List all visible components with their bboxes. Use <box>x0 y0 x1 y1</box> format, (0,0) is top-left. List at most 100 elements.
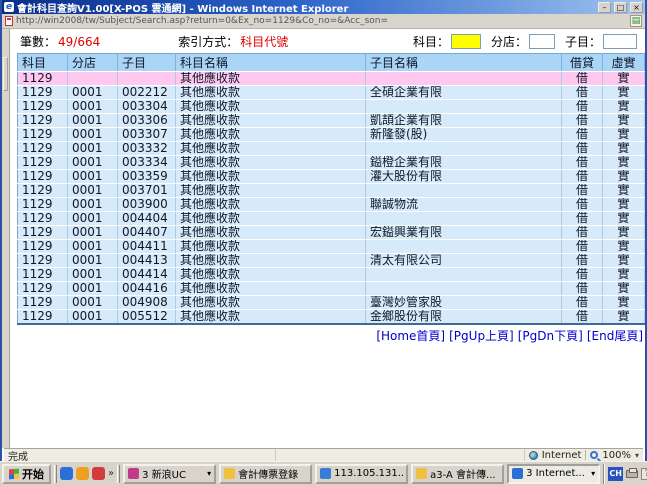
table-row[interactable]: 11290001003701其他應收款借實 <box>18 184 645 198</box>
table-cell: 其他應收款 <box>176 310 366 325</box>
pagination-link[interactable]: [Home首頁] <box>376 329 445 343</box>
table-cell: 1129 <box>18 282 68 296</box>
ie-icon: e <box>4 2 14 12</box>
internet-zone-icon <box>529 451 538 460</box>
pagination-link[interactable]: [PgUp上頁] <box>449 329 514 343</box>
table-row[interactable]: 11290001004416其他應收款借實 <box>18 282 645 296</box>
printer-icon[interactable] <box>626 470 638 478</box>
table-row[interactable]: 1129其他應收款借實 <box>18 72 645 86</box>
table-cell: 1129 <box>18 142 68 156</box>
table-row[interactable]: 11290001005512其他應收款金鄉股份有限借實 <box>18 310 645 325</box>
taskbar-button[interactable]: 會計傳票登錄 <box>219 464 312 484</box>
table-cell: 003332 <box>118 142 176 156</box>
language-indicator[interactable]: CH <box>608 467 623 481</box>
taskbar-button[interactable]: 3 Internet...▾ <box>507 464 600 484</box>
column-header: 借貸 <box>562 54 603 72</box>
table-cell: 1129 <box>18 296 68 310</box>
query-summary-row: 筆數： 49/664 索引方式： 科目代號 科目：分店：子目： <box>16 33 641 50</box>
close-button[interactable]: × <box>630 2 643 13</box>
table-row[interactable]: 11290001002212其他應收款全碩企業有限借實 <box>18 86 645 100</box>
table-row[interactable]: 11290001004411其他應收款借實 <box>18 240 645 254</box>
table-row[interactable]: 11290001004413其他應收款清太有限公司借實 <box>18 254 645 268</box>
table-cell: 1129 <box>18 100 68 114</box>
table-cell <box>366 184 562 198</box>
windows-logo-icon <box>9 468 19 479</box>
table-cell: 實 <box>603 240 645 254</box>
table-cell: 0001 <box>68 114 118 128</box>
table-row[interactable]: 11290001003306其他應收款凱頡企業有限借實 <box>18 114 645 128</box>
table-cell: 借 <box>562 156 603 170</box>
table-cell <box>366 282 562 296</box>
table-cell: 003307 <box>118 128 176 142</box>
aliwangwang-icon[interactable] <box>76 467 89 480</box>
table-cell: 003306 <box>118 114 176 128</box>
table-cell: 003304 <box>118 100 176 114</box>
table-cell: 借 <box>562 100 603 114</box>
table-cell: 004908 <box>118 296 176 310</box>
pagination-link[interactable]: [End尾頁] <box>587 329 643 343</box>
taskbar-button-dropdown-icon[interactable]: ▾ <box>591 469 595 478</box>
table-cell: 實 <box>603 114 645 128</box>
help-icon[interactable]: ? <box>641 468 647 480</box>
branch-input[interactable] <box>529 34 555 49</box>
table-cell: 借 <box>562 198 603 212</box>
table-cell: 0001 <box>68 100 118 114</box>
minimize-button[interactable]: – <box>598 2 611 13</box>
taskbar-button-dropdown-icon[interactable]: ▾ <box>207 469 211 478</box>
table-cell: 鎰橙企業有限 <box>366 156 562 170</box>
table-row[interactable]: 11290001003334其他應收款鎰橙企業有限借實 <box>18 156 645 170</box>
table-row[interactable]: 11290001003307其他應收款新隆發(股)借實 <box>18 128 645 142</box>
table-header-row: 科目分店子目科目名稱子目名稱借貸虛實 <box>18 54 645 72</box>
table-row[interactable]: 11290001003304其他應收款借實 <box>18 100 645 114</box>
column-header: 科目 <box>18 54 68 72</box>
subject-input[interactable] <box>451 34 481 49</box>
branch-label: 分店： <box>491 33 527 50</box>
table-cell: 1129 <box>18 310 68 325</box>
maximize-button[interactable]: □ <box>614 2 627 13</box>
table-cell: 1129 <box>18 156 68 170</box>
splitter-handle[interactable] <box>3 57 8 91</box>
table-cell: 實 <box>603 268 645 282</box>
table-cell: 0001 <box>68 142 118 156</box>
quicklaunch-overflow-icon[interactable]: » <box>108 468 114 479</box>
table-row[interactable]: 11290001004407其他應收款宏鎰興業有限借實 <box>18 226 645 240</box>
table-cell: 借 <box>562 114 603 128</box>
table-cell <box>366 142 562 156</box>
taskbar-button[interactable]: a3-A 會計傳... <box>411 464 504 484</box>
uc-messenger-icon[interactable] <box>60 467 73 480</box>
taskbar-button[interactable]: 3 新浪UC▾ <box>123 464 216 484</box>
table-cell: 實 <box>603 72 645 86</box>
table-row[interactable]: 11290001003359其他應收款灌大股份有限借實 <box>18 170 645 184</box>
subitem-input[interactable] <box>603 34 637 49</box>
pagination-link[interactable]: [PgDn下頁] <box>518 329 583 343</box>
table-cell: 0001 <box>68 198 118 212</box>
count-value: 49/664 <box>58 35 100 49</box>
table-row[interactable]: 11290001003900其他應收款聯誠物流借實 <box>18 198 645 212</box>
table-row[interactable]: 11290001004908其他應收款臺灣妙管家股借實 <box>18 296 645 310</box>
pagination: [Home首頁] [PgUp上頁] [PgDn下頁] [End尾頁] <box>16 327 643 344</box>
table-cell: 0001 <box>68 282 118 296</box>
table-cell: 004413 <box>118 254 176 268</box>
table-row[interactable]: 11290001004414其他應收款借實 <box>18 268 645 282</box>
taskbar-button[interactable]: 113.105.131... <box>315 464 408 484</box>
address-url[interactable]: http://win2008/tw/Subject/Search.asp?ret… <box>16 16 627 26</box>
filter-fields: 科目：分店：子目： <box>405 33 641 50</box>
table-cell: 003900 <box>118 198 176 212</box>
zoom-dropdown-icon[interactable]: ▾ <box>635 451 639 460</box>
go-icon[interactable]: ▤ <box>630 15 642 27</box>
table-cell: 1129 <box>18 170 68 184</box>
table-cell: 實 <box>603 86 645 100</box>
table-cell: 實 <box>603 100 645 114</box>
taskbar-button-icon <box>320 468 331 479</box>
start-button[interactable]: 开始 <box>2 464 51 484</box>
table-row[interactable]: 11290001003332其他應收款借實 <box>18 142 645 156</box>
zoom-level[interactable]: 100% <box>602 450 631 461</box>
subitem-label: 子目： <box>565 33 601 50</box>
qq-icon[interactable] <box>92 467 105 480</box>
table-cell: 其他應收款 <box>176 268 366 282</box>
table-cell: 0001 <box>68 268 118 282</box>
table-row[interactable]: 11290001004404其他應收款借實 <box>18 212 645 226</box>
sidebar-splitter[interactable] <box>2 29 10 448</box>
table-cell: 實 <box>603 142 645 156</box>
table-cell: 借 <box>562 170 603 184</box>
